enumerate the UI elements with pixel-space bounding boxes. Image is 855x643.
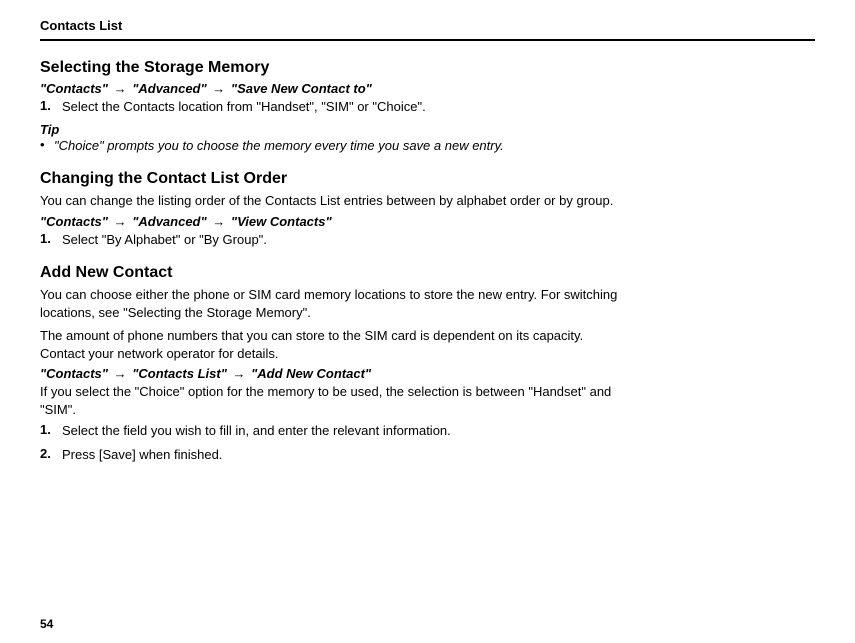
- breadcrumb-add: "Contacts" → "Contacts List" → "Add New …: [40, 366, 815, 381]
- bc-part: "Contacts": [40, 366, 108, 381]
- bc-part: "Advanced": [132, 214, 206, 229]
- breadcrumb-storage: "Contacts" → "Advanced" → "Save New Cont…: [40, 81, 815, 96]
- section-note: If you select the "Choice" option for th…: [40, 383, 620, 418]
- section-title-order: Changing the Contact List Order: [40, 170, 815, 188]
- tip-text: "Choice" prompts you to choose the memor…: [54, 137, 504, 155]
- step-number: 1.: [40, 231, 62, 249]
- page-number: 54: [40, 617, 53, 631]
- page-header: Contacts List: [40, 18, 815, 41]
- step-number: 1.: [40, 98, 62, 116]
- arrow-icon: →: [114, 366, 127, 381]
- arrow-icon: →: [114, 81, 127, 96]
- section-intro: The amount of phone numbers that you can…: [40, 327, 620, 362]
- step-number: 1.: [40, 422, 62, 440]
- breadcrumb-order: "Contacts" → "Advanced" → "View Contacts…: [40, 214, 815, 229]
- section-title-add: Add New Contact: [40, 264, 815, 282]
- arrow-icon: →: [233, 366, 246, 381]
- arrow-icon: →: [212, 81, 225, 96]
- bc-part: "Contacts": [40, 81, 108, 96]
- step-item: 1. Select "By Alphabet" or "By Group".: [40, 231, 620, 249]
- arrow-icon: →: [114, 214, 127, 229]
- step-number: 2.: [40, 446, 62, 464]
- bc-part: "Save New Contact to": [231, 81, 372, 96]
- bullet-icon: •: [40, 137, 54, 155]
- bc-part: "Add New Contact": [251, 366, 371, 381]
- step-text: Select the field you wish to fill in, an…: [62, 422, 451, 440]
- tip-label: Tip: [40, 122, 815, 137]
- bc-part: "View Contacts": [231, 214, 332, 229]
- section-intro: You can choose either the phone or SIM c…: [40, 286, 620, 321]
- bc-part: "Contacts": [40, 214, 108, 229]
- step-text: Press [Save] when finished.: [62, 446, 222, 464]
- step-item: 2. Press [Save] when finished.: [40, 446, 620, 464]
- tip-row: • "Choice" prompts you to choose the mem…: [40, 137, 620, 155]
- step-item: 1. Select the field you wish to fill in,…: [40, 422, 620, 440]
- arrow-icon: →: [212, 214, 225, 229]
- step-item: 1. Select the Contacts location from "Ha…: [40, 98, 620, 116]
- bc-part: "Advanced": [132, 81, 206, 96]
- bc-part: "Contacts List": [132, 366, 227, 381]
- step-text: Select "By Alphabet" or "By Group".: [62, 231, 267, 249]
- section-title-storage: Selecting the Storage Memory: [40, 59, 815, 77]
- section-intro: You can change the listing order of the …: [40, 192, 620, 210]
- step-text: Select the Contacts location from "Hands…: [62, 98, 426, 116]
